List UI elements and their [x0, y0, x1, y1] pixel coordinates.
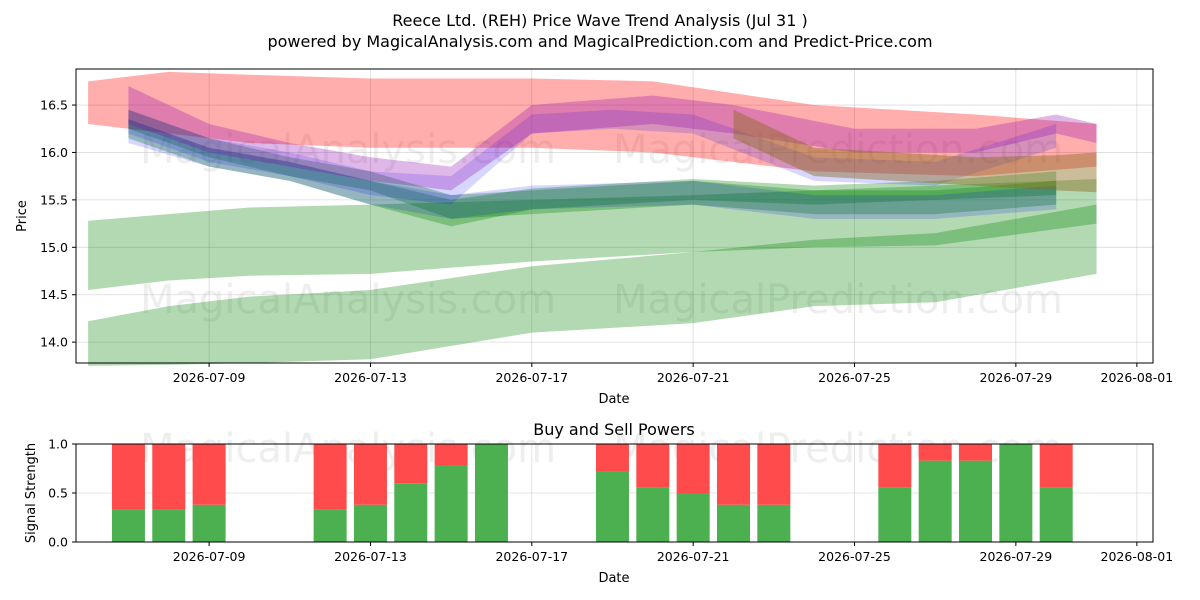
signal-ylabel: Signal Strength [24, 443, 39, 543]
sell-bar [918, 444, 952, 461]
buy-bar [111, 509, 145, 542]
signal-x-ticks: 2026-07-09 2026-07-13 2026-07-17 2026-07-21… [173, 542, 1173, 564]
buy-bar [716, 504, 750, 542]
sell-bar [595, 444, 629, 472]
sell-bar [878, 444, 912, 488]
price-x-tick-label: 2026-07-29 [980, 370, 1053, 385]
buy-bar [757, 504, 791, 542]
sell-bar [353, 444, 387, 505]
signal-y-tick-label: 1.0 [48, 437, 68, 452]
sell-bar [636, 444, 670, 488]
price-x-tick-label: 2026-07-21 [657, 370, 730, 385]
signal-x-tick-label: 2026-07-17 [495, 549, 568, 564]
buy-bar [434, 465, 468, 542]
signal-xlabel: Date [598, 571, 629, 586]
signal-x-tick-label: 2026-07-09 [173, 549, 246, 564]
buy-bar [353, 504, 387, 542]
chart-subtitle: powered by MagicalAnalysis.com and Magic… [267, 32, 932, 51]
signal-y-ticks: 0.0 0.5 1.0 [48, 437, 76, 550]
price-y-ticks: 14.0 14.5 15.0 15.5 16.0 16.5 [40, 98, 76, 350]
buy-bar [313, 509, 347, 542]
price-ylabel: Price [15, 200, 30, 232]
price-x-tick-label: 2026-07-25 [818, 370, 891, 385]
sell-bar [111, 444, 145, 510]
buy-bar [1039, 487, 1073, 542]
price-xlabel: Date [598, 392, 629, 407]
price-y-tick-label: 14.0 [40, 335, 68, 350]
signal-y-tick-label: 0.5 [48, 486, 68, 501]
buy-bar [878, 487, 912, 542]
sell-bar [757, 444, 791, 505]
sell-bar [152, 444, 186, 510]
price-x-tick-label: 2026-07-17 [495, 370, 568, 385]
sell-bar [192, 444, 226, 505]
buy-bar [595, 471, 629, 542]
price-y-tick-label: 16.0 [40, 145, 68, 160]
signal-x-tick-label: 2026-07-21 [657, 549, 730, 564]
buy-bar [192, 504, 226, 542]
chart-title: Reece Ltd. (REH) Price Wave Trend Analys… [392, 11, 807, 30]
price-y-tick-label: 16.5 [40, 98, 68, 113]
sell-bar [1039, 444, 1073, 488]
signal-y-tick-label: 0.0 [48, 535, 68, 550]
signal-x-tick-label: 2026-07-25 [818, 549, 891, 564]
buy-bar [999, 444, 1033, 542]
sell-bar [313, 444, 347, 510]
buy-bar [959, 460, 993, 542]
buy-bar [636, 487, 670, 542]
price-x-tick-label: 2026-08-01 [1101, 370, 1174, 385]
price-y-tick-label: 15.5 [40, 192, 68, 207]
figure-svg: Reece Ltd. (REH) Price Wave Trend Analys… [15, 11, 1173, 586]
buy-bar [918, 460, 952, 542]
chart-figure: Reece Ltd. (REH) Price Wave Trend Analys… [0, 0, 1200, 600]
signal-x-tick-label: 2026-07-29 [980, 549, 1053, 564]
sell-bar [676, 444, 710, 493]
signal-x-tick-label: 2026-08-01 [1101, 549, 1174, 564]
signal-x-tick-label: 2026-07-13 [334, 549, 407, 564]
signal-panel: Buy and Sell Powers MagicalAnalysis.com … [24, 420, 1173, 586]
buy-bar [152, 509, 186, 542]
price-y-tick-label: 14.5 [40, 287, 68, 302]
price-x-tick-label: 2026-07-09 [173, 370, 246, 385]
price-x-tick-label: 2026-07-13 [334, 370, 407, 385]
price-panel: MagicalAnalysis.com MagicalPrediction.co… [15, 68, 1173, 407]
price-y-tick-label: 15.0 [40, 240, 68, 255]
sell-bar [959, 444, 993, 461]
price-x-ticks: 2026-07-09 2026-07-13 2026-07-17 2026-07-21… [173, 363, 1173, 385]
sell-bar [434, 444, 468, 466]
buy-bar [474, 444, 508, 542]
buy-bar [394, 483, 428, 542]
sell-bar [716, 444, 750, 505]
buy-bar [676, 493, 710, 542]
sell-bar [394, 444, 428, 484]
